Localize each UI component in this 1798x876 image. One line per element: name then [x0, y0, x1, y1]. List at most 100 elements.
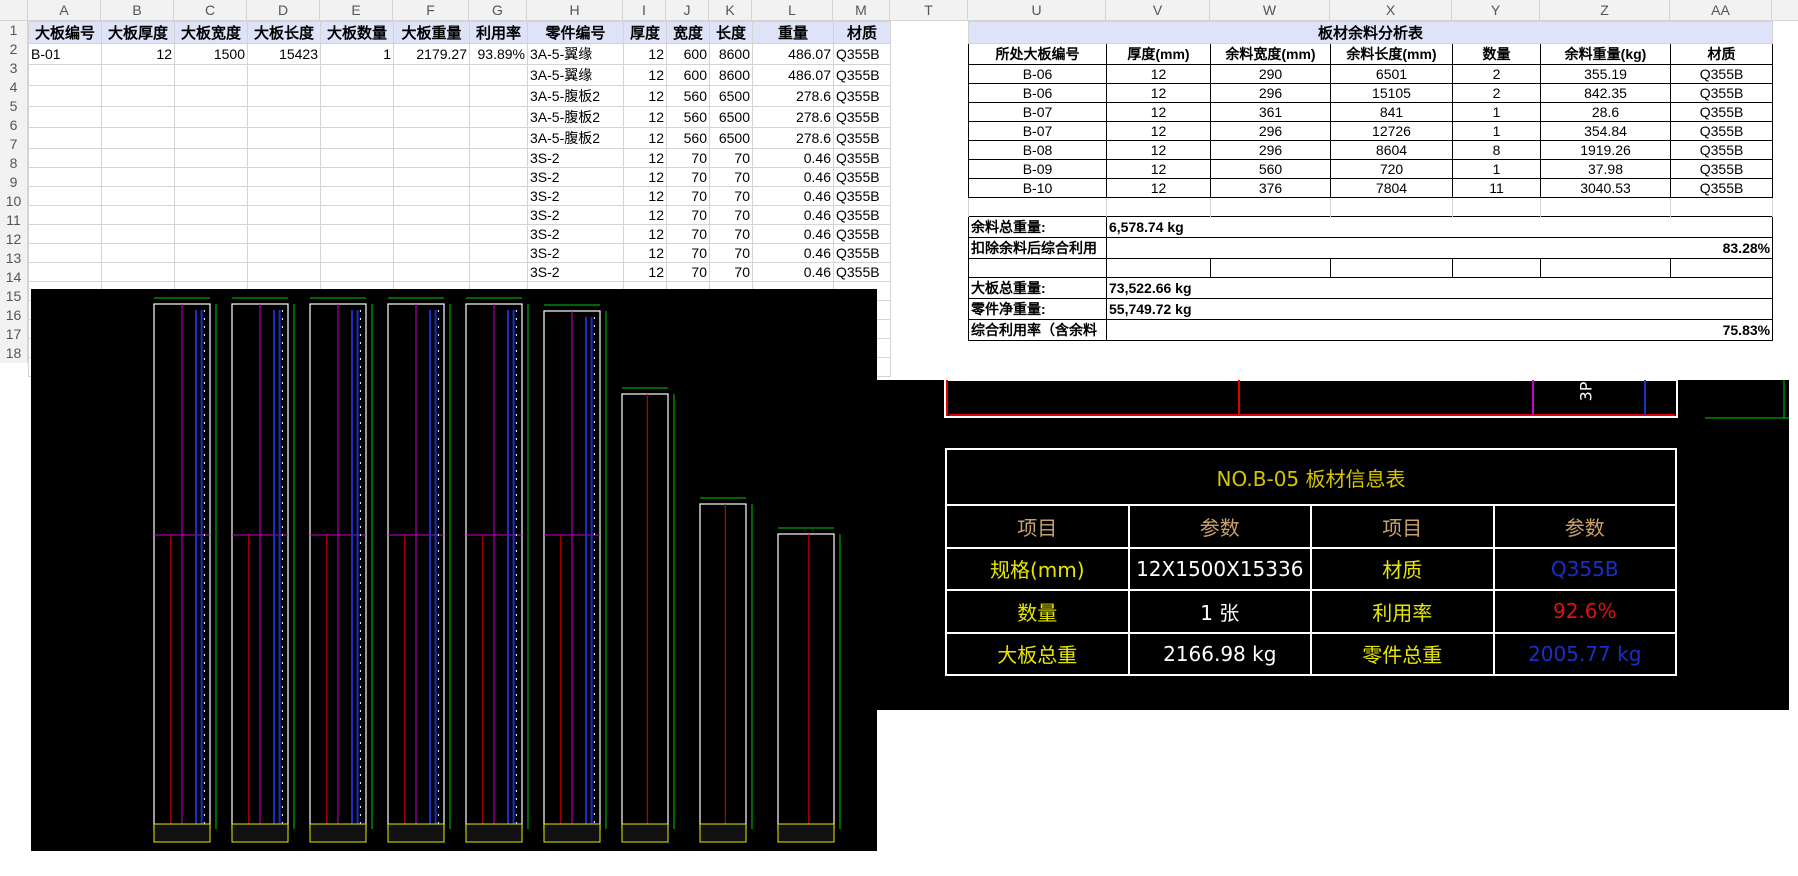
table-cell[interactable]	[320, 64, 394, 86]
analysis-cell[interactable]: Q355B	[1669, 102, 1774, 122]
table-cell[interactable]: 3A-5-翼缘	[527, 64, 624, 86]
table-cell[interactable]: 12	[623, 43, 667, 65]
col-header-y[interactable]: Y	[1452, 0, 1540, 21]
table-cell[interactable]	[174, 167, 248, 187]
analysis-cell[interactable]: Q355B	[1669, 159, 1774, 179]
table-cell[interactable]: 1	[320, 43, 394, 65]
analysis-cell[interactable]: 2	[1452, 83, 1541, 103]
col-header-f[interactable]: F	[393, 0, 469, 21]
analysis-cell[interactable]: 6501	[1330, 64, 1453, 84]
table-cell[interactable]	[28, 148, 102, 168]
table-cell[interactable]: 3S-2	[527, 224, 624, 244]
analysis-cell[interactable]: Q355B	[1669, 121, 1774, 141]
col-header-m[interactable]: M	[833, 0, 890, 21]
analysis-cell[interactable]: 1919.26	[1540, 140, 1671, 160]
table-header-cell[interactable]: 大板数量	[320, 21, 394, 44]
table-cell[interactable]: 8600	[709, 64, 753, 86]
table-cell[interactable]: Q355B	[833, 148, 891, 168]
analysis-cell[interactable]: 12	[1106, 121, 1211, 141]
table-cell[interactable]: 560	[666, 85, 710, 107]
table-cell[interactable]: Q355B	[833, 186, 891, 206]
table-header-cell[interactable]: 大板长度	[247, 21, 321, 44]
analysis-cell[interactable]: 1	[1452, 121, 1541, 141]
table-cell[interactable]: 486.07	[752, 64, 834, 86]
table-cell[interactable]	[101, 243, 175, 263]
analysis-cell[interactable]: B-07	[968, 121, 1107, 141]
empty-cell[interactable]	[1210, 258, 1331, 278]
col-header-x[interactable]: X	[1330, 0, 1452, 21]
table-header-cell[interactable]: 大板宽度	[174, 21, 248, 44]
table-cell[interactable]	[469, 85, 528, 107]
row-header[interactable]: 4	[0, 78, 28, 97]
table-cell[interactable]	[174, 224, 248, 244]
table-cell[interactable]	[320, 186, 394, 206]
analysis-title[interactable]: 板材余料分析表	[967, 21, 1774, 44]
table-cell[interactable]: Q355B	[833, 106, 891, 128]
table-cell[interactable]	[174, 186, 248, 206]
table-cell[interactable]	[393, 85, 470, 107]
table-cell[interactable]: Q355B	[833, 43, 891, 65]
table-cell[interactable]	[469, 148, 528, 168]
table-cell[interactable]: 3S-2	[527, 167, 624, 187]
table-cell[interactable]	[469, 167, 528, 187]
analysis-header-cell[interactable]: 余料长度(mm)	[1330, 43, 1453, 65]
table-cell[interactable]	[247, 64, 321, 86]
col-header-w[interactable]: W	[1210, 0, 1330, 21]
empty-cell[interactable]	[1330, 197, 1453, 217]
col-header-g[interactable]: G	[469, 0, 527, 21]
analysis-cell[interactable]: 296	[1210, 83, 1331, 103]
summary-value[interactable]: 75.83%	[1105, 319, 1774, 341]
table-cell[interactable]: Q355B	[833, 262, 891, 282]
table-cell[interactable]	[247, 205, 321, 225]
table-cell[interactable]: 70	[709, 224, 753, 244]
table-cell[interactable]	[393, 127, 470, 149]
table-cell[interactable]: 12	[623, 64, 667, 86]
analysis-cell[interactable]: 354.84	[1540, 121, 1671, 141]
table-header-cell[interactable]: 大板重量	[393, 21, 470, 44]
table-cell[interactable]: 560	[666, 127, 710, 149]
table-cell[interactable]: 278.6	[752, 106, 834, 128]
table-cell[interactable]	[320, 106, 394, 128]
table-cell[interactable]	[320, 262, 394, 282]
analysis-header-cell[interactable]: 厚度(mm)	[1106, 43, 1211, 65]
analysis-cell[interactable]: 37.98	[1540, 159, 1671, 179]
analysis-header-cell[interactable]: 余料宽度(mm)	[1210, 43, 1331, 65]
analysis-cell[interactable]: 8	[1452, 140, 1541, 160]
table-cell[interactable]	[393, 148, 470, 168]
table-cell[interactable]	[28, 127, 102, 149]
table-header-cell[interactable]: 利用率	[469, 21, 528, 44]
col-header-l[interactable]: L	[752, 0, 833, 21]
col-header-aa[interactable]: AA	[1670, 0, 1772, 21]
table-cell[interactable]: 0.46	[752, 262, 834, 282]
summary-value[interactable]: 6,578.74 kg	[1105, 216, 1774, 238]
table-cell[interactable]: 600	[666, 64, 710, 86]
empty-cell[interactable]	[1106, 197, 1211, 217]
table-cell[interactable]: 278.6	[752, 127, 834, 149]
row-header[interactable]: 13	[0, 249, 28, 268]
empty-cell[interactable]	[1669, 197, 1774, 217]
analysis-cell[interactable]: 11	[1452, 178, 1541, 198]
col-header-a[interactable]: A	[28, 0, 101, 21]
table-cell[interactable]	[393, 205, 470, 225]
table-header-cell[interactable]: 材质	[833, 21, 891, 44]
table-cell[interactable]: 70	[666, 186, 710, 206]
table-cell[interactable]	[174, 64, 248, 86]
row-header[interactable]: 1	[0, 21, 28, 40]
analysis-cell[interactable]: B-08	[968, 140, 1107, 160]
row-header[interactable]: 15	[0, 287, 28, 306]
table-cell[interactable]: 12	[101, 43, 175, 65]
analysis-header-cell[interactable]: 材质	[1669, 43, 1774, 65]
analysis-cell[interactable]: 361	[1210, 102, 1331, 122]
col-header-b[interactable]: B	[101, 0, 174, 21]
col-header-d[interactable]: D	[247, 0, 320, 21]
table-cell[interactable]	[320, 205, 394, 225]
empty-cell[interactable]	[1106, 258, 1211, 278]
table-cell[interactable]: Q355B	[833, 127, 891, 149]
table-cell[interactable]: 70	[666, 148, 710, 168]
table-cell[interactable]	[469, 127, 528, 149]
table-cell[interactable]	[101, 148, 175, 168]
row-header[interactable]: 10	[0, 192, 28, 211]
analysis-cell[interactable]: 1	[1452, 159, 1541, 179]
table-cell[interactable]	[320, 127, 394, 149]
col-header-v[interactable]: V	[1106, 0, 1210, 21]
